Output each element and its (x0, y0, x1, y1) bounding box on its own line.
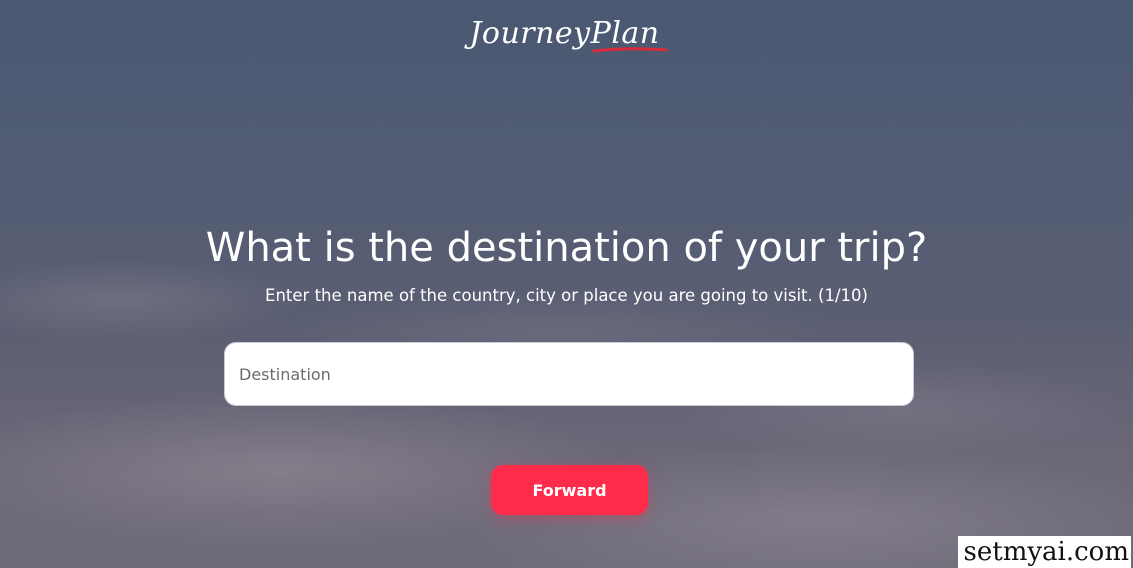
journeyplan-logo[interactable]: JourneyPlan (0, 12, 1133, 62)
page-subtitle: Enter the name of the country, city or p… (265, 286, 868, 305)
watermark-text: setmyai.com (957, 536, 1131, 568)
logo-text: JourneyPlan (469, 12, 668, 56)
destination-input[interactable] (224, 342, 914, 406)
page-title: What is the destination of your trip? (205, 225, 928, 271)
logo-swoosh-icon (592, 47, 668, 53)
forward-button[interactable]: Forward (491, 465, 648, 515)
